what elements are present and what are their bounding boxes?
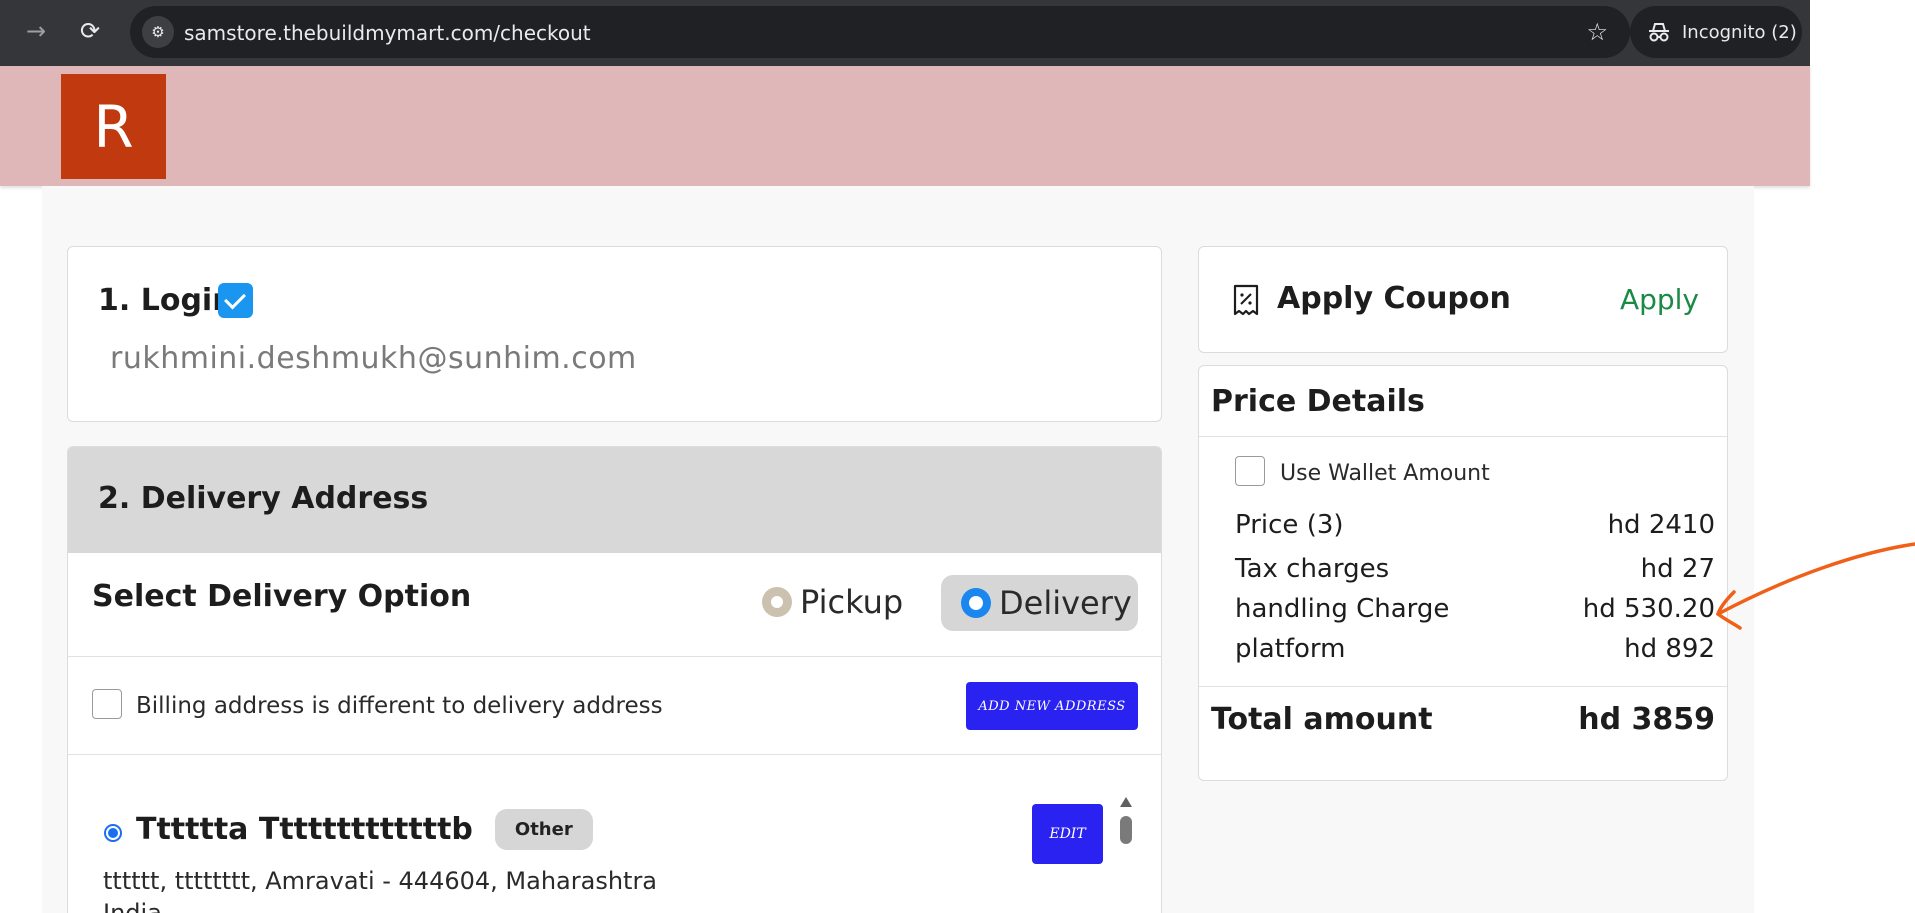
incognito-label: Incognito (2)	[1682, 21, 1797, 43]
address-select-radio[interactable]	[104, 824, 122, 842]
site-header: R	[0, 66, 1810, 186]
price-row-label: Tax charges	[1235, 554, 1390, 584]
login-email: rukhmini.deshmukh@sunhim.com	[110, 341, 637, 376]
billing-different-checkbox[interactable]	[92, 689, 122, 719]
delivery-address-header: 2. Delivery Address	[68, 447, 1161, 553]
price-row-value: hd 27	[1640, 554, 1715, 584]
price-row-label: handling Charge	[1235, 594, 1450, 624]
pickup-radio[interactable]	[762, 587, 792, 617]
price-details-title: Price Details	[1211, 384, 1425, 419]
price-row-label: Price (3)	[1235, 510, 1344, 540]
delivery-label: Delivery	[999, 584, 1132, 622]
incognito-icon	[1649, 23, 1669, 42]
address-tag-badge: Other	[494, 809, 593, 850]
price-row-value: hd 2410	[1607, 510, 1715, 540]
address-name: Tttttta Tttttttttttttb	[136, 812, 473, 847]
forward-icon[interactable]: →	[16, 14, 56, 48]
price-row-value: hd 892	[1624, 634, 1715, 664]
price-row: Tax charges hd 27	[1235, 554, 1715, 584]
price-row: platform hd 892	[1235, 634, 1715, 664]
pickup-label: Pickup	[800, 583, 904, 621]
address-item: Tttttta Tttttttttttttb Other	[136, 809, 593, 850]
divider	[1199, 436, 1727, 437]
use-wallet-label: Use Wallet Amount	[1280, 461, 1490, 486]
url-text[interactable]: samstore.thebuildmymart.com/checkout	[184, 21, 591, 45]
browser-toolbar: → ⟳ ⚙ samstore.thebuildmymart.com/checko…	[0, 0, 1810, 66]
edit-address-button[interactable]: EDIT	[1032, 804, 1103, 864]
coupon-icon	[1233, 284, 1259, 316]
add-new-address-button[interactable]: ADD NEW ADDRESS	[966, 682, 1138, 730]
address-line: tttttt, tttttttt, Amravati - 444604, Mah…	[103, 867, 658, 895]
pickup-option[interactable]: Pickup	[762, 575, 903, 629]
address-bar[interactable]: ⚙ samstore.thebuildmymart.com/checkout ☆	[130, 6, 1630, 58]
price-row: handling Charge hd 530.20	[1235, 594, 1715, 624]
delivery-address-title: 2. Delivery Address	[98, 481, 429, 516]
apply-coupon-section: Apply Coupon Apply	[1198, 246, 1728, 353]
price-details-section: Price Details Use Wallet Amount Price (3…	[1198, 365, 1728, 781]
login-complete-check-icon	[218, 283, 253, 318]
price-row: Price (3) hd 2410	[1235, 510, 1715, 540]
delivery-option[interactable]: Delivery	[941, 575, 1138, 631]
reload-icon[interactable]: ⟳	[70, 14, 110, 48]
delivery-radio[interactable]	[961, 588, 991, 618]
bookmark-star-icon[interactable]: ☆	[1586, 18, 1608, 46]
billing-different-label: Billing address is different to delivery…	[136, 693, 663, 719]
incognito-badge[interactable]: Incognito (2)	[1630, 6, 1802, 58]
delivery-address-section: 2. Delivery Address Select Delivery Opti…	[67, 446, 1162, 913]
divider	[1199, 686, 1727, 687]
price-row-value: hd 530.20	[1582, 594, 1715, 624]
site-logo[interactable]: R	[61, 74, 166, 179]
scroll-up-arrow-icon[interactable]	[1120, 797, 1132, 807]
delivery-option-row: Select Delivery Option Pickup Delivery	[68, 553, 1161, 657]
login-title: 1. Login	[98, 283, 234, 318]
login-section: 1. Login rukhmini.deshmukh@sunhim.com	[67, 246, 1162, 422]
apply-coupon-title: Apply Coupon	[1277, 281, 1511, 316]
apply-coupon-link[interactable]: Apply	[1620, 283, 1699, 316]
address-list-scrollbar[interactable]	[1117, 797, 1135, 913]
scrollbar-thumb[interactable]	[1120, 816, 1132, 844]
total-amount-label: Total amount	[1211, 702, 1433, 737]
price-row-label: platform	[1235, 634, 1346, 664]
annotation-arrow	[1715, 542, 1915, 630]
address-country: India	[103, 899, 162, 913]
billing-row: Billing address is different to delivery…	[68, 657, 1161, 755]
total-amount-row: Total amount hd 3859	[1211, 702, 1715, 737]
use-wallet-checkbox[interactable]	[1235, 456, 1265, 486]
total-amount-value: hd 3859	[1578, 702, 1715, 737]
site-info-icon[interactable]: ⚙	[142, 16, 174, 48]
delivery-option-label: Select Delivery Option	[92, 579, 472, 614]
